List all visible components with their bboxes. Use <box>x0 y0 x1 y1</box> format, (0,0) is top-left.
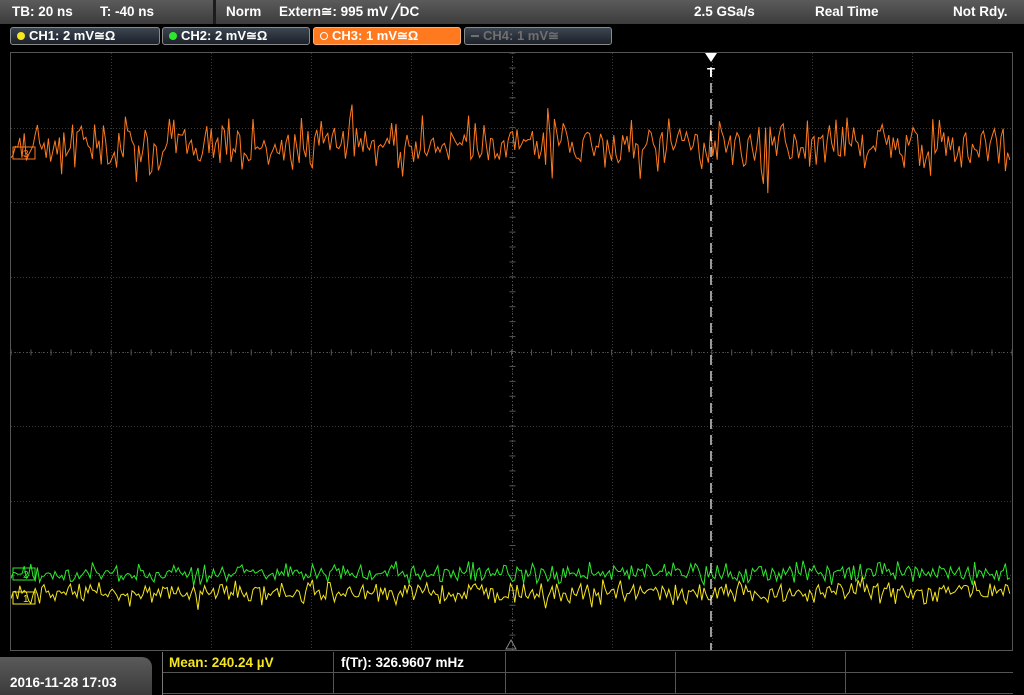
ch2-trace <box>11 560 1011 587</box>
trigger-label: T <box>707 65 715 80</box>
measurement-cell <box>845 673 1013 694</box>
bottom-bar: 2016-11-28 17:03 Mean: 240.24 µV f(Tr): … <box>0 652 1024 695</box>
status-separator <box>213 0 216 24</box>
ch3-marker-label: 3 <box>23 149 29 160</box>
measurement-cell <box>845 652 1013 673</box>
trigger-status: Not Rdy. <box>953 4 1008 19</box>
waveform-canvas: T 3 2 1 <box>11 53 1012 650</box>
ch3-trace <box>11 104 1011 194</box>
ch1-indicator-icon <box>17 32 25 40</box>
measurement-cell <box>505 652 676 673</box>
sample-rate[interactable]: 2.5 GSa/s <box>694 4 755 19</box>
ch2-indicator-icon <box>169 32 177 40</box>
datetime-readout: 2016-11-28 17:03 <box>10 675 117 690</box>
measurement-panel[interactable]: Mean: 240.24 µV f(Tr): 326.9607 mHz <box>162 652 1013 695</box>
ch1-marker-label: 1 <box>23 594 29 605</box>
ch4-label: CH4: 1 mV≅ <box>483 28 559 43</box>
timebase-readout[interactable]: TB: 20 ns <box>12 4 73 19</box>
trigger-source[interactable]: Extern≅: 995 mV ╱DC <box>279 4 419 20</box>
waveform-display[interactable]: T 3 2 1 <box>10 52 1013 651</box>
ch2-marker-label: 2 <box>23 570 29 581</box>
ch1-label: CH1: 2 mV≅Ω <box>29 28 116 43</box>
measurement-cell <box>333 673 506 694</box>
status-bar: TB: 20 ns T: -40 ns Norm Extern≅: 995 mV… <box>0 0 1024 25</box>
time-offset-readout[interactable]: T: -40 ns <box>100 4 154 19</box>
ch3-label: CH3: 1 mV≅Ω <box>332 28 419 43</box>
measurement-cell <box>675 673 846 694</box>
trigger-arrow-icon[interactable] <box>705 53 717 62</box>
frequency-measurement: f(Tr): 326.9607 mHz <box>341 655 465 670</box>
ch4-indicator-icon <box>471 35 479 37</box>
measurement-cell <box>163 673 334 694</box>
ch2-label: CH2: 2 mV≅Ω <box>181 28 268 43</box>
ground-marker-icon <box>505 638 517 650</box>
trigger-mode[interactable]: Norm <box>226 4 261 19</box>
traces <box>11 104 1011 610</box>
measurement-cell <box>675 652 846 673</box>
acquisition-mode[interactable]: Real Time <box>815 4 879 19</box>
tab-ch2[interactable]: CH2: 2 mV≅Ω <box>162 27 310 45</box>
channel-tabs: CH1: 2 mV≅Ω CH2: 2 mV≅Ω CH3: 1 mV≅Ω CH4:… <box>0 24 1024 50</box>
tab-ch1[interactable]: CH1: 2 mV≅Ω <box>10 27 160 45</box>
mean-measurement: Mean: 240.24 µV <box>169 655 274 670</box>
tab-ch4[interactable]: CH4: 1 mV≅ <box>464 27 612 45</box>
measurement-cell <box>505 673 676 694</box>
tab-ch3[interactable]: CH3: 1 mV≅Ω <box>313 27 461 45</box>
ch3-indicator-icon <box>320 32 328 40</box>
